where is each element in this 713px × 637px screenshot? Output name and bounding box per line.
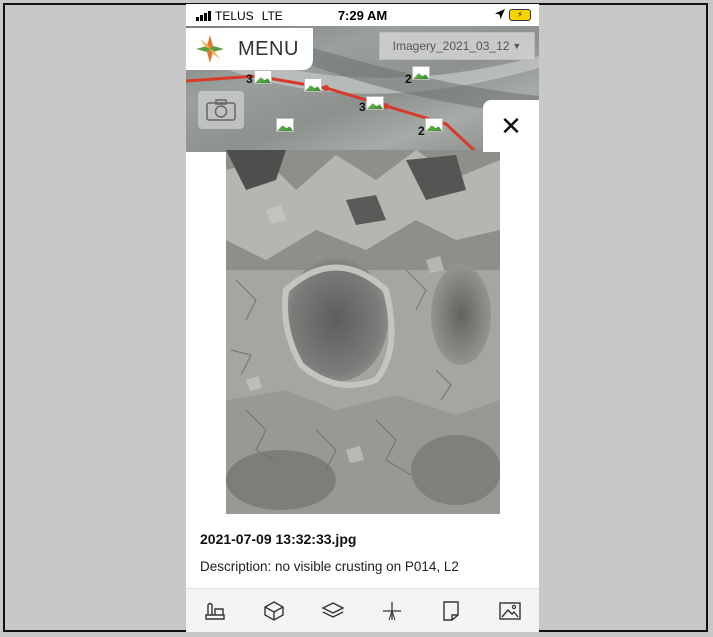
photo-cluster-icon[interactable]	[412, 66, 430, 80]
cluster-count: 2	[418, 124, 425, 138]
status-right: ⚡	[495, 8, 531, 22]
status-bar: TELUS LTE 7:29 AM ⚡	[186, 4, 539, 26]
photo-cluster-icon[interactable]	[425, 118, 443, 132]
cluster-count: 3	[359, 100, 366, 114]
close-icon: ✕	[500, 110, 522, 141]
terrain-tool-icon	[205, 602, 226, 620]
photo-marker-icon[interactable]	[304, 78, 322, 92]
location-arrow-icon	[495, 8, 505, 22]
note-icon	[443, 601, 459, 621]
photo-image[interactable]	[226, 150, 500, 514]
phone-screen: TELUS LTE 7:29 AM ⚡ MENU Imagery_2021_03…	[186, 4, 539, 632]
photo-marker-icon[interactable]	[276, 118, 294, 132]
chevron-down-icon: ▼	[512, 41, 522, 51]
photo-description: Description: no visible crusting on P014…	[200, 559, 459, 574]
battery-charging-icon: ⚡	[509, 9, 531, 21]
add-point-button[interactable]	[376, 595, 408, 627]
layers-icon	[321, 602, 345, 618]
imagery-layer-label: Imagery_2021_03_12	[392, 39, 510, 53]
camera-button[interactable]	[198, 91, 244, 129]
cluster-count: 3	[246, 72, 253, 86]
menu-button[interactable]: MENU	[186, 28, 313, 70]
photo-filename: 2021-07-09 13:32:33.jpg	[200, 531, 357, 547]
imagery-layer-dropdown[interactable]: Imagery_2021_03_12 ▼	[379, 32, 535, 60]
photo-marker-icon[interactable]	[254, 70, 272, 84]
close-button[interactable]: ✕	[483, 100, 539, 152]
cluster-count: 2	[405, 72, 412, 86]
menu-label: MENU	[238, 37, 299, 60]
cube-icon	[264, 601, 284, 621]
app-logo-icon	[196, 35, 224, 63]
image-icon	[498, 602, 521, 620]
clock: 7:29 AM	[337, 8, 388, 23]
plus-icon	[382, 602, 401, 621]
photo-cluster-icon[interactable]	[366, 96, 384, 110]
soil-photo	[226, 150, 500, 514]
terrain-tool-button[interactable]	[199, 595, 231, 627]
camera-icon	[206, 99, 236, 121]
notes-button[interactable]	[435, 595, 467, 627]
layers-button[interactable]	[317, 595, 349, 627]
bottom-toolbar	[186, 588, 539, 632]
3d-view-button[interactable]	[258, 595, 290, 627]
photos-button[interactable]	[494, 595, 526, 627]
